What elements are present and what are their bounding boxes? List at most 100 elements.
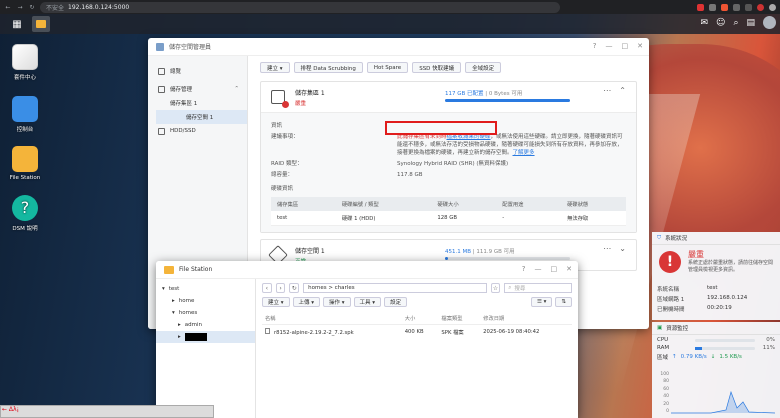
table-row[interactable]: test 硬碟 1 (HDD) 128 GB - 無法存取 [271,211,626,226]
sidebar-label: 儲存管理 [170,87,193,93]
network-chart [671,390,775,414]
desktop-icon-package-center[interactable]: 套件中心 [0,44,50,81]
close-icon[interactable]: ✕ [637,42,643,50]
chevron-right-icon[interactable]: ▸ [178,322,181,328]
reload-icon[interactable]: ↻ [28,4,36,11]
taskbar-filestation-icon[interactable] [32,16,50,32]
storage-manager-icon [156,42,164,51]
notification-icon[interactable]: ✉ [701,18,709,28]
sidebar-item-volume[interactable]: 儲存空間 1 [156,110,247,124]
back-button[interactable]: ‹ [262,283,272,293]
chevron-right-icon[interactable]: ▸ [172,298,175,304]
column-header[interactable]: 硬碟狀態 [561,197,626,211]
maximize-icon[interactable]: □ [551,265,558,273]
extension-icon[interactable] [721,3,728,11]
column-header[interactable]: 大小 [401,312,439,325]
profile-icon[interactable] [757,3,764,11]
network-graph: 100 80 60 40 20 0 [657,372,775,414]
more-icon[interactable]: ⋯ [603,86,611,95]
settings-button[interactable]: 設定 [384,297,408,307]
clipped-window[interactable]: ← Δλ¡ [0,405,214,418]
tree-item-homes[interactable]: ▾ homes [156,307,255,319]
sidebar-item-storage[interactable]: 儲存管理 ⌃ [148,82,247,96]
avatar[interactable] [763,16,776,29]
desktop-icon-dsm-help[interactable]: ? DSM 說明 [0,195,50,232]
avatar[interactable] [769,3,776,11]
global-settings-button[interactable]: 全域設定 [465,62,502,73]
volume-total: 111.9 GB 可用 [476,249,515,255]
search-input[interactable]: ⌕ 搜尋 [504,283,572,293]
extension-icon[interactable] [697,3,704,11]
widget-title: 系統狀況 [665,236,688,242]
star-icon[interactable]: ☆ [490,283,501,293]
window-titlebar[interactable]: File Station ? — □ ✕ [156,261,578,279]
address-bar[interactable]: 不安全 192.168.0.124:5000 [40,1,560,13]
forward-button[interactable]: › [275,283,286,293]
sidebar-item-pool[interactable]: 儲存集區 1 [148,96,247,110]
widgets-icon[interactable]: ▤ [746,18,755,28]
chevron-down-icon[interactable]: ▾ [172,310,175,316]
column-header[interactable]: 配置用途 [496,197,562,211]
data-scrubbing-button[interactable]: 排程 Data Scrubbing [293,62,363,73]
chevron-up-icon[interactable]: ⌃ [619,86,626,95]
desktop-icon-label: 套件中心 [13,75,36,81]
learn-more-link[interactable]: 了解更多 [513,150,535,156]
notice-label: 建議事項： [271,134,299,140]
maximize-icon[interactable]: □ [622,42,629,50]
sidebar-item-hdd[interactable]: HDD/SSD [148,124,247,138]
extension-icon[interactable] [709,3,716,11]
system-status-label: 嚴重 [688,250,704,259]
network-meter: 區域 ↑ 0.79 KB/s ↓ 1.5 KB/s [657,353,775,361]
tree-item-root[interactable]: ▾ test [156,283,255,295]
extension-icon[interactable] [745,3,752,11]
column-header[interactable]: 硬碟編號 / 類型 [335,197,432,211]
status-row: 系統名稱 test [657,285,775,293]
minimize-icon[interactable]: — [535,265,542,273]
close-icon[interactable]: ✕ [566,265,572,273]
upload-button[interactable]: 上傳 ▾ [292,297,321,307]
user-icon[interactable]: ☺ [716,18,725,28]
ram-label: RAM [657,345,670,351]
tree-item-charles[interactable]: ▸ [156,331,255,343]
path-input[interactable]: homes > charles [303,283,487,293]
refresh-button[interactable]: ↻ [289,283,300,293]
chevron-right-icon[interactable]: ▸ [178,334,181,340]
action-button[interactable]: 操作 ▾ [323,297,351,307]
window-title: File Station [179,266,213,273]
tools-button[interactable]: 工具 ▾ [353,297,382,307]
column-header[interactable]: 名稱 [262,312,402,325]
extension-icon[interactable] [733,3,740,11]
sidebar-label: HDD/SSD [170,128,196,134]
main-menu-icon[interactable]: ▦ [8,16,26,32]
back-icon[interactable]: ← [4,4,12,11]
tree-item-admin[interactable]: ▸ admin [156,319,255,331]
help-icon[interactable]: ? [593,42,597,50]
column-header[interactable]: 修改日期 [480,312,572,325]
raid-value: Synology Hybrid RAID (SHR) (無資料保護) [397,161,509,167]
tree-label: home [178,298,195,304]
hot-spare-button[interactable]: Hot Spare [366,62,409,73]
tree-item-home[interactable]: ▸ home [156,295,255,307]
chevron-down-icon[interactable]: ▾ [162,286,165,292]
window-titlebar[interactable]: 儲存空間管理員 ? — □ ✕ [148,38,649,56]
more-icon[interactable]: ⋯ [603,244,611,253]
desktop-icon-control-panel[interactable]: 控制台 [0,96,50,133]
minimize-icon[interactable]: — [606,42,613,50]
sort-button[interactable]: ⇅ [555,297,572,307]
forward-icon[interactable]: → [16,4,24,11]
column-header[interactable]: 儲存集區 [271,197,336,211]
create-button[interactable]: 建立 ▾ [262,297,290,307]
create-button[interactable]: 建立 ▾ [260,62,290,73]
search-icon[interactable]: ⌕ [733,18,738,28]
sidebar-item-overview[interactable]: 總覽 [148,64,247,78]
column-header[interactable]: 檔案類型 [438,312,481,325]
desktop-icon-file-station[interactable]: File Station [0,146,50,181]
volume-usage-bar [445,257,570,260]
ssd-cache-button[interactable]: SSD 快取建議 [412,62,462,73]
column-header[interactable]: 硬碟大小 [431,197,497,211]
chevron-down-icon[interactable]: ⌄ [619,244,626,253]
help-icon[interactable]: ? [522,265,526,273]
table-row[interactable]: r8152-alpine-2.19.2-2_7.2.spk 400 KB SPK… [262,325,572,340]
chevron-up-icon[interactable]: ⌃ [234,86,239,92]
view-toggle-button[interactable]: ☰ ▾ [530,297,553,307]
